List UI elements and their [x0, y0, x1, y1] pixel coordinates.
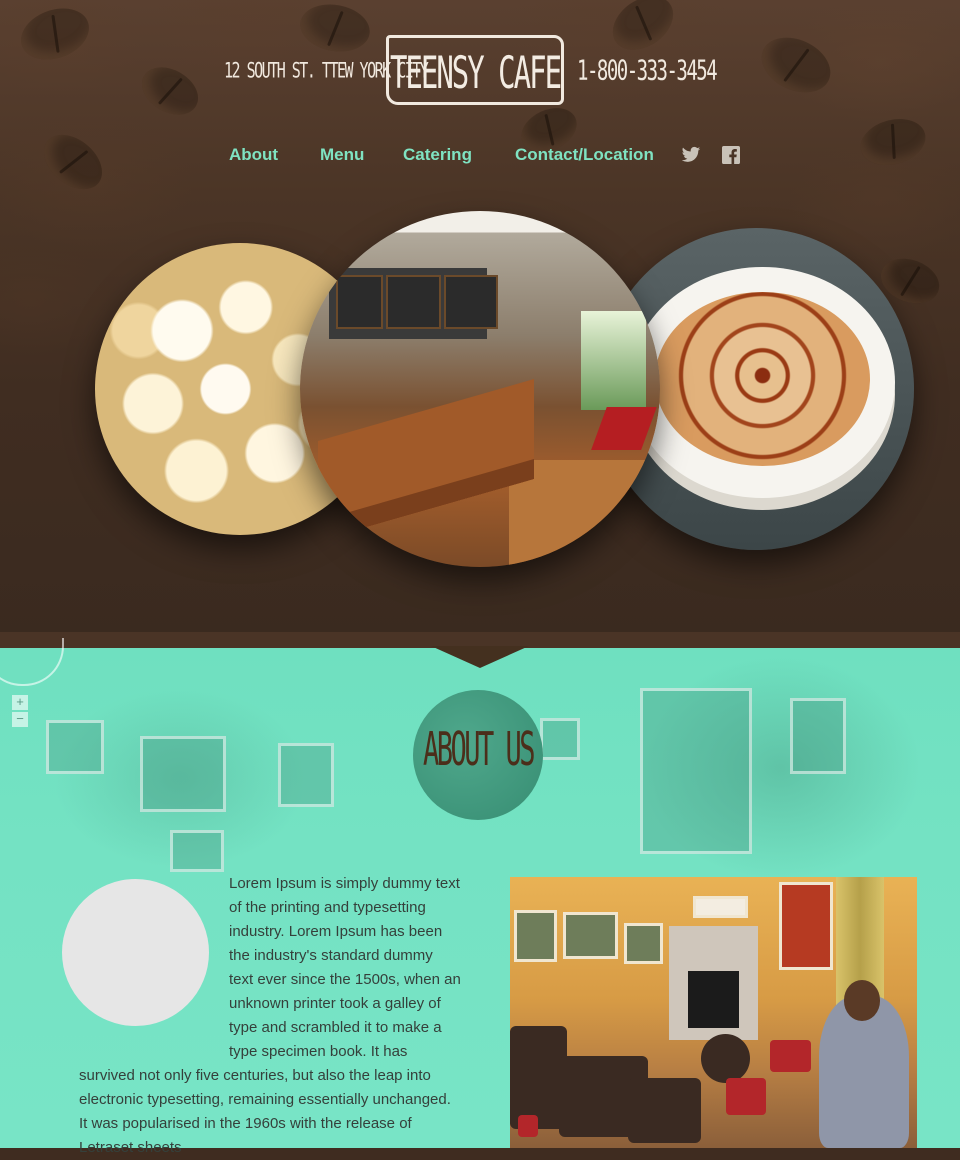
wall-painting: [562, 912, 618, 959]
coffee-bean-decoration: [752, 27, 840, 103]
wall-frame: [540, 718, 580, 760]
wall-painting: [778, 882, 834, 970]
map-zoom-in-button[interactable]: +: [12, 695, 28, 710]
logo-text: TEENSY CAFE: [389, 46, 562, 99]
coffee-bean-decoration: [133, 57, 207, 125]
red-ottoman: [725, 1077, 767, 1116]
map-pan-control[interactable]: [0, 638, 64, 686]
twitter-icon[interactable]: [681, 146, 701, 164]
customer-head: [843, 979, 881, 1021]
shop-counter: [318, 379, 534, 541]
entrance-door: [580, 310, 646, 411]
avatar-spacer: [79, 872, 229, 1062]
menu-board: [444, 275, 499, 329]
menu-board: [386, 275, 441, 329]
wall-frame: [640, 688, 752, 854]
wall-painting: [623, 923, 663, 965]
wall-frame: [46, 720, 104, 774]
wall-frame: [170, 830, 224, 872]
main-nav: About Menu Catering Contact/Location: [0, 145, 960, 169]
about-heading-badge: ABOUT US: [413, 690, 543, 820]
menu-board: [336, 275, 384, 329]
fireplace: [668, 925, 759, 1040]
divider-arrow: [431, 646, 529, 668]
nav-item-menu[interactable]: Menu: [320, 145, 364, 165]
about-text-block: Lorem Ipsum is simply dummy text of the …: [79, 872, 461, 1160]
facebook-icon[interactable]: [721, 146, 741, 164]
nav-item-contact[interactable]: Contact/Location: [515, 145, 654, 165]
site-logo[interactable]: TEENSY CAFE: [386, 35, 564, 105]
coffee-bean-decoration: [602, 0, 684, 61]
about-heading: ABOUT US: [422, 724, 536, 777]
wall-frame: [140, 736, 226, 812]
nav-item-catering[interactable]: Catering: [403, 145, 472, 165]
coffee-table: [701, 1034, 751, 1083]
coffee-bean-decoration: [13, 0, 97, 69]
hero-section: 12 SOUTH ST. TTEW YORK CITY TEENSY CAFE …: [0, 0, 960, 648]
red-ottoman: [518, 1115, 539, 1138]
map-zoom-out-button[interactable]: −: [12, 712, 28, 727]
wall-frame: [790, 698, 846, 774]
wall-painting: [514, 909, 557, 962]
wall-painting: [693, 895, 748, 919]
red-ottoman: [770, 1039, 812, 1073]
cafe-interior-photo: [300, 211, 660, 567]
latte-art: [654, 292, 870, 467]
wall-frame: [278, 743, 334, 807]
phone-number[interactable]: 1-800-333-3454: [577, 55, 718, 87]
coffee-bean-decoration: [296, 0, 374, 57]
red-rug: [591, 406, 657, 450]
nav-item-about[interactable]: About: [229, 145, 278, 165]
leather-chair: [628, 1077, 702, 1143]
cafe-lounge-photo: [510, 877, 917, 1148]
